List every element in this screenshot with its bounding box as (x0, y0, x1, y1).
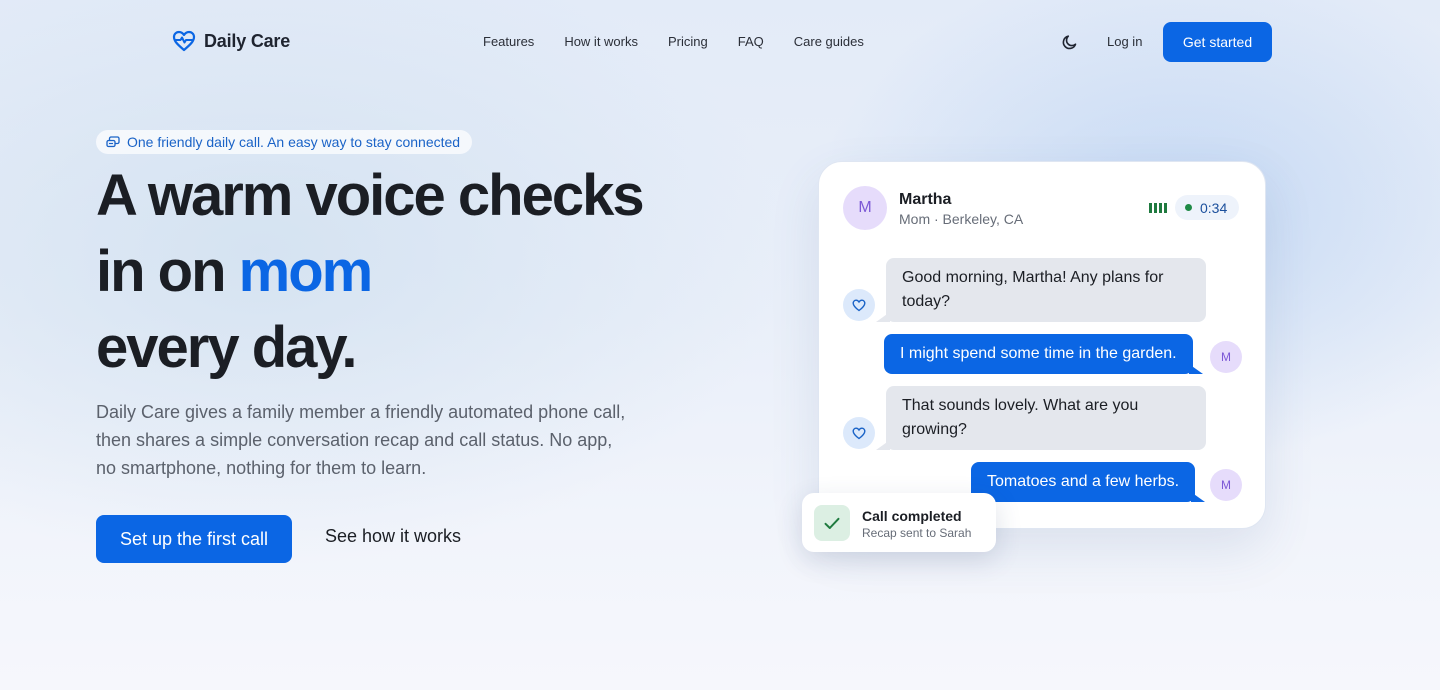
hero-headline: A warm voice checks in on mom every day. (96, 158, 736, 386)
agent-avatar (843, 289, 875, 321)
headline-line-2-prefix: in on (96, 239, 239, 304)
nav-link-how-it-works[interactable]: How it works (564, 34, 638, 49)
toast-subtitle: Recap sent to Sarah (862, 526, 972, 540)
message-bubble-user: I might spend some time in the garden. (884, 334, 1203, 374)
main-nav-links: Features How it works Pricing FAQ Care g… (483, 34, 864, 49)
toast-title: Call completed (862, 508, 962, 524)
eyebrow-badge: One friendly daily call. An easy way to … (96, 130, 473, 154)
signal-strength-icon (1149, 203, 1167, 213)
headline-accent: mom (238, 239, 374, 304)
headline-line-1: A warm voice checks (96, 163, 645, 228)
chat-bubbles-icon (106, 136, 120, 148)
caller-name: Martha (899, 191, 952, 208)
nav-link-faq[interactable]: FAQ (738, 34, 764, 49)
nav-link-pricing[interactable]: Pricing (668, 34, 708, 49)
get-started-button[interactable]: Get started (1163, 22, 1272, 62)
heart-icon (852, 426, 866, 439)
setup-first-call-button[interactable]: Set up the first call (96, 515, 292, 563)
call-timer: 0:34 (1200, 199, 1228, 216)
see-how-it-works-link[interactable]: See how it works (325, 526, 461, 547)
eyebrow-text: One friendly daily call. An easy way to … (127, 134, 461, 150)
hero-description: Daily Care gives a family member a frien… (96, 402, 626, 478)
checkmark-icon (814, 505, 850, 541)
headline-line-3: every day. (96, 315, 357, 380)
heart-pulse-icon (172, 30, 196, 52)
call-preview-card: M Martha Mom · Berkeley, CA 0:34 Good mo… (818, 161, 1266, 529)
call-completed-toast: Call completed Recap sent to Sarah (802, 493, 996, 552)
heart-icon (852, 298, 866, 311)
live-dot-icon (1185, 204, 1192, 211)
message-bubble-agent: That sounds lovely. What are you growing… (876, 386, 1206, 450)
brand-name: Daily Care (204, 30, 291, 51)
agent-avatar (843, 417, 875, 449)
nav-link-care-guides[interactable]: Care guides (794, 34, 864, 49)
nav-link-features[interactable]: Features (483, 34, 534, 49)
user-avatar: M (1210, 341, 1242, 373)
message-bubble-agent: Good morning, Martha! Any plans for toda… (876, 258, 1206, 322)
caller-subtitle: Mom · Berkeley, CA (899, 211, 1024, 227)
top-navigation: Daily Care Features How it works Pricing… (0, 0, 1440, 84)
caller-avatar: M (843, 186, 887, 230)
login-link[interactable]: Log in (1107, 34, 1142, 49)
brand-logo-link[interactable]: Daily Care (172, 30, 290, 52)
call-timer-badge: 0:34 (1175, 195, 1240, 220)
user-avatar: M (1210, 469, 1242, 501)
moon-icon[interactable] (1061, 33, 1079, 51)
message-bubble-user: Tomatoes and a few herbs. (971, 462, 1206, 502)
